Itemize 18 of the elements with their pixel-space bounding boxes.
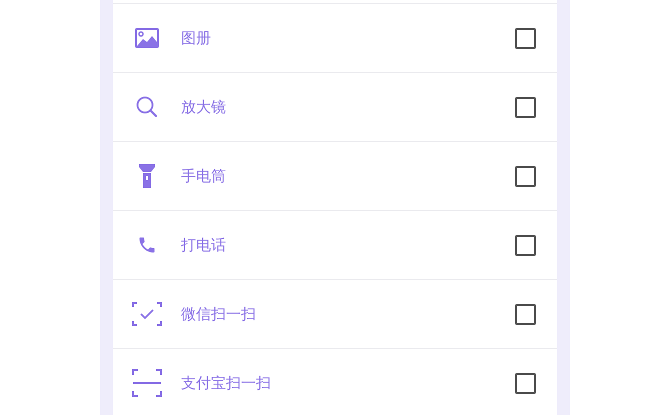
feature-label: 打电话 <box>181 234 226 256</box>
checkbox[interactable] <box>515 372 536 394</box>
scan-icon <box>132 369 162 397</box>
checkbox[interactable] <box>515 166 536 186</box>
flashlight-icon <box>139 164 155 188</box>
checkbox[interactable] <box>515 96 536 118</box>
checkbox[interactable] <box>515 28 536 48</box>
feature-label: 支付宝扫一扫 <box>181 372 271 394</box>
checkbox[interactable] <box>515 234 536 256</box>
scan-check-icon <box>132 302 162 326</box>
search-icon <box>136 96 158 118</box>
feature-label: 图册 <box>181 28 211 49</box>
phone-icon <box>137 235 157 255</box>
feature-label: 放大镜 <box>181 96 226 118</box>
feature-label: 微信扫一扫 <box>181 304 256 325</box>
feature-label: 手电筒 <box>181 166 226 187</box>
checkbox[interactable] <box>515 304 536 324</box>
image-icon <box>135 28 159 48</box>
